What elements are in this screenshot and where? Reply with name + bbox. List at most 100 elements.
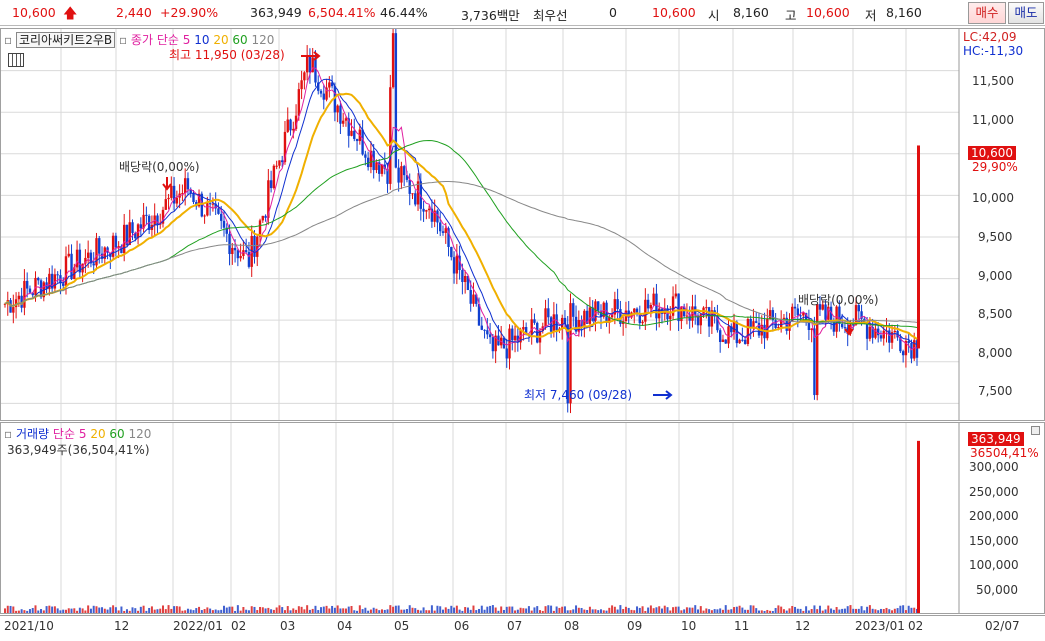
vol-ma-120[interactable]: 120	[129, 427, 152, 441]
ma-20[interactable]: 20	[213, 33, 228, 47]
candle-body	[843, 327, 847, 329]
ma-60[interactable]: 60	[232, 33, 247, 47]
buy-button[interactable]: 매수	[968, 2, 1006, 24]
candle-body	[228, 233, 231, 254]
volume-bar	[491, 605, 494, 613]
candle-body	[732, 321, 736, 333]
candle-body	[910, 343, 913, 359]
volume-bar	[827, 605, 830, 613]
volume-bar	[458, 609, 461, 613]
volume-bar	[525, 608, 528, 613]
vol-ma-20[interactable]: 20	[90, 427, 105, 441]
candle-body	[876, 328, 880, 336]
volume-bar	[744, 609, 747, 613]
volume-bar	[70, 608, 73, 613]
candle-body	[208, 203, 212, 205]
vol-ma-5[interactable]: 5	[79, 427, 87, 441]
volume-bar	[799, 608, 802, 613]
ma-10[interactable]: 10	[194, 33, 209, 47]
ma-5[interactable]: 5	[183, 33, 191, 47]
volume-bar	[613, 606, 616, 613]
pane-close-icon[interactable]	[1031, 426, 1040, 435]
volume-bar	[336, 605, 339, 613]
candle-body	[114, 235, 118, 248]
volume-bar	[891, 610, 894, 613]
date-tick: 2022/01	[173, 619, 223, 633]
volume-bar	[616, 609, 619, 613]
price-chart[interactable]	[1, 29, 1044, 420]
ma-label[interactable]: 종가 단순	[131, 33, 179, 47]
volume-bar	[153, 609, 156, 613]
candle-body	[297, 89, 301, 116]
volume-bar	[261, 607, 264, 613]
volume-bar	[619, 605, 622, 613]
stock-name[interactable]: 코리아써키트2우B	[15, 32, 116, 48]
table-grid-icon[interactable]	[8, 53, 24, 67]
pane-handle-icon[interactable]: ▫	[119, 33, 127, 47]
pane-handle-icon[interactable]: ▫	[4, 427, 12, 441]
high-annotation: 최고 11,950 (03/28)	[169, 48, 285, 62]
volume-bar	[721, 609, 724, 613]
candle-body	[840, 323, 844, 328]
volume-chart[interactable]	[1, 423, 1044, 613]
volume-bar	[796, 608, 799, 613]
low-arrow-icon	[653, 390, 673, 400]
volume-bar	[375, 608, 378, 613]
volume-bar	[917, 440, 920, 613]
volume-bar	[40, 609, 43, 613]
candle-body	[444, 228, 447, 233]
volume-bar	[708, 609, 711, 613]
candle-body	[816, 304, 819, 396]
volume-bar	[84, 610, 87, 613]
vol-ma-60[interactable]: 60	[109, 427, 124, 441]
ma-120[interactable]: 120	[252, 33, 275, 47]
best-price: 10,600	[652, 5, 696, 20]
volume-bar	[95, 606, 98, 613]
volume-bar	[361, 609, 364, 613]
pane-handle-icon[interactable]: ▫	[4, 33, 12, 47]
volume-bar	[234, 610, 237, 613]
low-annotation: 최저 7,460 (09/28)	[524, 388, 633, 402]
volume-bar	[128, 610, 131, 613]
volume-bar	[342, 608, 345, 613]
volume-bar	[702, 610, 705, 613]
volume-bar	[364, 607, 367, 613]
volume-bar	[547, 605, 550, 613]
volume-bar	[575, 605, 578, 613]
volume-bar	[150, 606, 153, 613]
volume-label[interactable]: 거래량	[16, 427, 49, 441]
volume-bar	[885, 607, 888, 613]
price-chart-pane[interactable]: ▫ 코리아써키트2우B ▫ 종가 단순 5 10 20 60 120 LC:42…	[0, 28, 1045, 421]
volume-bar	[353, 610, 356, 613]
volume-chart-pane[interactable]: ▫ 거래량 단순 5 20 60 120 363,949주(36,504,41%…	[0, 422, 1045, 614]
candle-body	[192, 193, 195, 203]
volume-bar	[162, 605, 165, 613]
volume-bar	[816, 609, 819, 613]
volume-bar	[688, 607, 691, 613]
sell-button[interactable]: 매도	[1008, 2, 1044, 24]
volume-bar	[270, 609, 273, 613]
candle-body	[247, 251, 251, 267]
candle-body	[286, 119, 289, 132]
volume-bar	[62, 609, 65, 613]
volume-bar	[239, 610, 242, 613]
volume-bar	[76, 610, 79, 613]
volume-bar	[89, 608, 92, 613]
volume-bar	[170, 608, 173, 613]
volume-ma-label[interactable]: 단순	[53, 427, 75, 441]
candle-body	[439, 222, 442, 232]
volume-bar	[469, 609, 472, 613]
candle-body	[408, 179, 411, 194]
candle-body	[469, 290, 472, 304]
volume-bar	[450, 605, 453, 613]
y-tick: 10,000	[972, 191, 1014, 205]
volume-bar	[539, 610, 542, 613]
volume-bar	[602, 610, 605, 613]
volume-bar	[159, 608, 162, 613]
volume-bar	[28, 609, 31, 613]
candle-body	[272, 165, 276, 189]
candle-body	[901, 351, 905, 356]
candle-body	[907, 340, 910, 344]
volume-bar	[913, 607, 916, 613]
volume-bar	[857, 608, 860, 613]
